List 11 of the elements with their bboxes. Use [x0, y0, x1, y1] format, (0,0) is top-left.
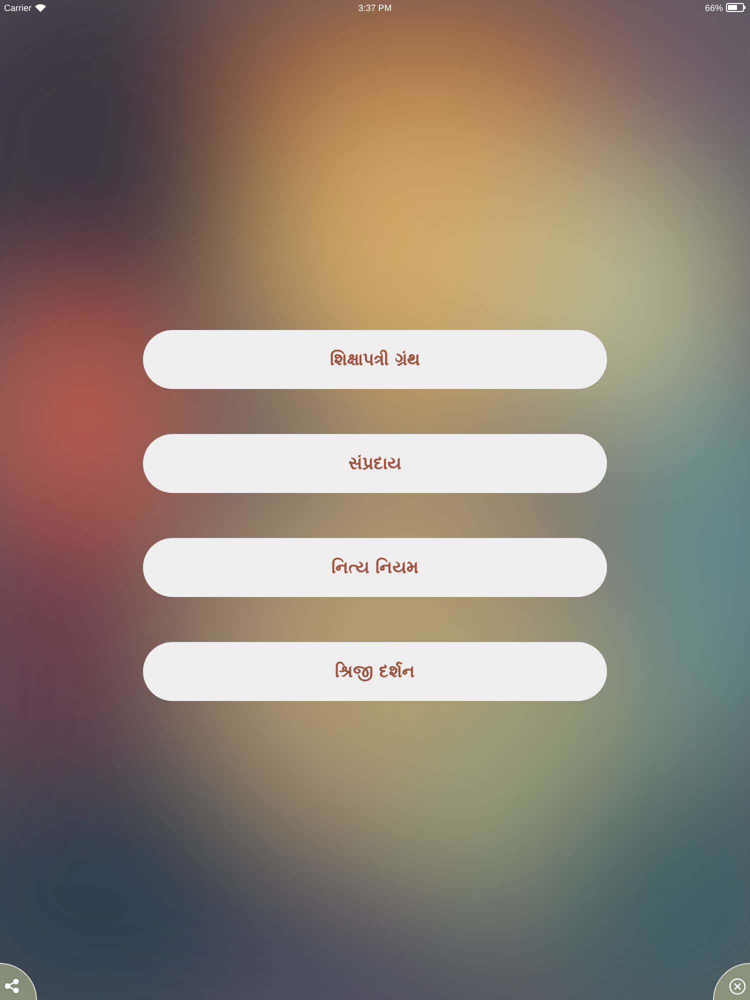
status-time: 3:37 PM: [358, 2, 392, 12]
share-icon: [5, 979, 19, 993]
wifi-icon: [34, 4, 46, 12]
menu-button[interactable]: શ્રિજી દર્શન: [143, 642, 607, 701]
battery-icon: [726, 3, 746, 12]
close-icon: [728, 978, 746, 994]
carrier-label: Carrier: [4, 2, 32, 12]
menu-button[interactable]: સંપ્રદાય: [143, 434, 607, 493]
menu-button[interactable]: નિત્ય નિયમ: [143, 538, 607, 597]
battery-percent: 66%: [704, 2, 723, 12]
menu-button[interactable]: શિક્ષાપત્રી ગ્રંથ: [143, 330, 607, 389]
